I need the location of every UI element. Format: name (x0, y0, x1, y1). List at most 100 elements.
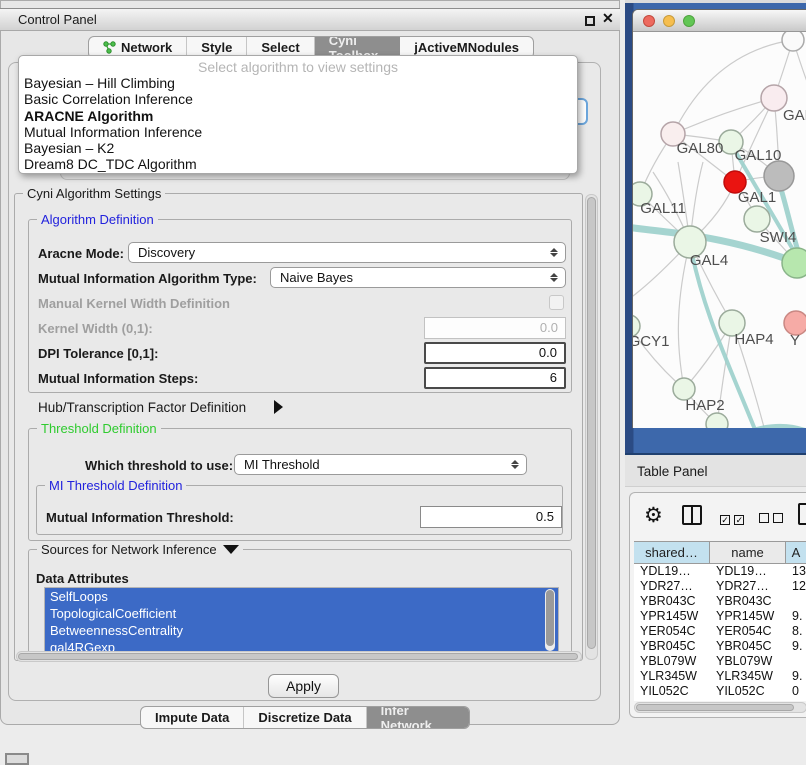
data-attribute-item[interactable]: TopologicalCoefficient (45, 605, 558, 622)
tab-jactivemnodules-label: jActiveMNodules (414, 40, 519, 55)
network-node-label: GAL11 (640, 200, 686, 217)
network-edge[interactable] (678, 242, 690, 389)
table-cell: 9. (786, 609, 806, 624)
table-cell: 12 (786, 579, 806, 594)
algorithm-option[interactable]: Basic Correlation Inference (19, 91, 577, 107)
minimized-window-icon[interactable] (5, 753, 29, 765)
algorithm-option[interactable]: Dream8 DC_TDC Algorithm (19, 156, 577, 172)
table-cell: YDL19… (634, 564, 710, 579)
table-cell: YLR345W (710, 669, 786, 684)
table-row[interactable]: YDR27…YDR27…12 (634, 579, 806, 594)
table-row[interactable]: YLR345WYLR345W9. (634, 669, 806, 684)
settings-scrollbar-thumb[interactable] (587, 197, 596, 649)
which-threshold-select[interactable]: MI Threshold (234, 454, 527, 475)
network-window-titlebar[interactable] (633, 10, 806, 32)
select-all-checks-icon[interactable]: ✓ ✓ (720, 510, 744, 528)
network-node[interactable] (782, 248, 806, 278)
attributes-list-scrollbar-thumb[interactable] (546, 590, 554, 646)
algorithm-option[interactable]: ARACNE Algorithm (19, 108, 577, 124)
mi-algorithm-type-select[interactable]: Naive Bayes (270, 267, 566, 288)
table-row[interactable]: YBL079WYBL079W (634, 654, 806, 669)
data-attributes-list[interactable]: SelfLoopsTopologicalCoefficientBetweenne… (44, 587, 559, 653)
table-cell (786, 594, 806, 609)
network-node[interactable] (782, 32, 804, 51)
algorithm-option[interactable]: Bayesian – K2 (19, 140, 577, 156)
tab-infer-network[interactable]: Infer Network (367, 707, 469, 728)
hub-definition-label[interactable]: Hub/Transcription Factor Definition (38, 400, 246, 415)
close-window-icon[interactable]: ✕ (602, 10, 614, 27)
attributes-list-scrollbar[interactable] (545, 589, 555, 651)
new-table-icon[interactable] (798, 503, 806, 525)
table-panel-titlebar[interactable]: Table Panel (625, 455, 806, 487)
table-cell (786, 654, 806, 669)
network-node[interactable] (706, 413, 728, 428)
table-row[interactable]: YBR045CYBR045C9. (634, 639, 806, 654)
table-cell: YIL052C (634, 684, 710, 699)
network-node-label: HAP4 (734, 331, 773, 348)
algorithm-dropdown-placeholder: Select algorithm to view settings (19, 56, 577, 75)
table-row[interactable]: YIL052CYIL052C0 (634, 684, 806, 699)
table-cell: 9. (786, 639, 806, 654)
settings-hscrollbar-thumb[interactable] (18, 653, 578, 660)
network-node[interactable] (764, 161, 794, 191)
aracne-mode-select[interactable]: Discovery (128, 242, 566, 263)
manual-kernel-width-checkbox[interactable] (549, 295, 564, 310)
table-row[interactable]: YER054CYER054C8. (634, 624, 806, 639)
table-row[interactable]: YPR145WYPR145W9. (634, 609, 806, 624)
data-attribute-item[interactable]: SelfLoops (45, 588, 558, 605)
table-column-header[interactable]: name (710, 542, 786, 563)
deselect-all-checks-icon[interactable] (759, 510, 783, 528)
minimize-traffic-light-icon[interactable] (663, 15, 675, 27)
network-edge[interactable] (673, 98, 774, 134)
network-window[interactable]: GALGAL80GAL10GAL1GAL11SWI4GAL4GCY1HAP4YH… (632, 9, 806, 428)
bottom-tabbar: Impute Data Discretize Data Infer Networ… (140, 706, 470, 729)
collapse-down-arrow-icon[interactable] (223, 545, 239, 554)
algorithm-option[interactable]: Bayesian – Hill Climbing (19, 75, 577, 91)
table-hscrollbar-track[interactable] (634, 702, 806, 713)
kernel-width-input[interactable]: 0.0 (424, 317, 566, 339)
table-column-header[interactable]: A (786, 542, 806, 563)
network-node-label: HAP2 (685, 397, 724, 414)
tab-style-label: Style (201, 40, 232, 55)
mi-steps-input[interactable]: 6 (424, 367, 566, 389)
dpi-tolerance-input[interactable]: 0.0 (424, 342, 566, 364)
spinner-arrows-icon (550, 243, 558, 262)
settings-hscrollbar-track[interactable] (16, 651, 582, 662)
network-node-label: SWI4 (760, 229, 797, 246)
table-hscrollbar-thumb[interactable] (636, 704, 794, 711)
settings-scrollbar-track[interactable] (585, 194, 598, 660)
aracne-mode-value: Discovery (138, 245, 195, 260)
sources-title-wrap: Sources for Network Inference (37, 542, 243, 557)
algorithm-option[interactable]: Mutual Information Inference (19, 124, 577, 140)
table-row[interactable]: YBR043CYBR043C (634, 594, 806, 609)
zoom-traffic-light-icon[interactable] (683, 15, 695, 27)
mi-threshold-input[interactable]: 0.5 (420, 506, 562, 528)
table-cell: 9. (786, 669, 806, 684)
table-row[interactable]: YDL19…YDL19…13 (634, 564, 806, 579)
network-node-label: GAL10 (735, 147, 782, 164)
table-cell: 13 (786, 564, 806, 579)
dpi-tolerance-label: DPI Tolerance [0,1]: (38, 346, 158, 361)
tab-select-label: Select (261, 40, 299, 55)
network-node-label: GAL (783, 107, 806, 124)
control-panel-titlebar[interactable]: Control Panel ✕ (0, 8, 620, 31)
settings-gear-icon[interactable]: ⚙ (644, 503, 663, 528)
threshold-definition-title: Threshold Definition (37, 421, 161, 436)
network-node-label: Y (790, 332, 800, 349)
float-window-icon[interactable] (585, 16, 595, 26)
tab-impute-data[interactable]: Impute Data (141, 707, 244, 728)
mi-algorithm-type-label: Mutual Information Algorithm Type: (38, 271, 257, 286)
column-split-icon[interactable] (682, 505, 702, 525)
tab-discretize-data[interactable]: Discretize Data (244, 707, 366, 728)
table-cell: YDL19… (710, 564, 786, 579)
table-cell: YBL079W (710, 654, 786, 669)
spinner-arrows-icon (550, 268, 558, 287)
expand-right-arrow-icon[interactable] (274, 400, 283, 414)
table-cell: YER054C (634, 624, 710, 639)
network-canvas[interactable]: GALGAL80GAL10GAL1GAL11SWI4GAL4GCY1HAP4YH… (633, 32, 806, 428)
data-attribute-item[interactable]: BetweennessCentrality (45, 622, 558, 639)
apply-button[interactable]: Apply (268, 674, 339, 698)
table-column-header[interactable]: shared… (634, 542, 710, 563)
network-node-label: GAL1 (738, 189, 776, 206)
close-traffic-light-icon[interactable] (643, 15, 655, 27)
